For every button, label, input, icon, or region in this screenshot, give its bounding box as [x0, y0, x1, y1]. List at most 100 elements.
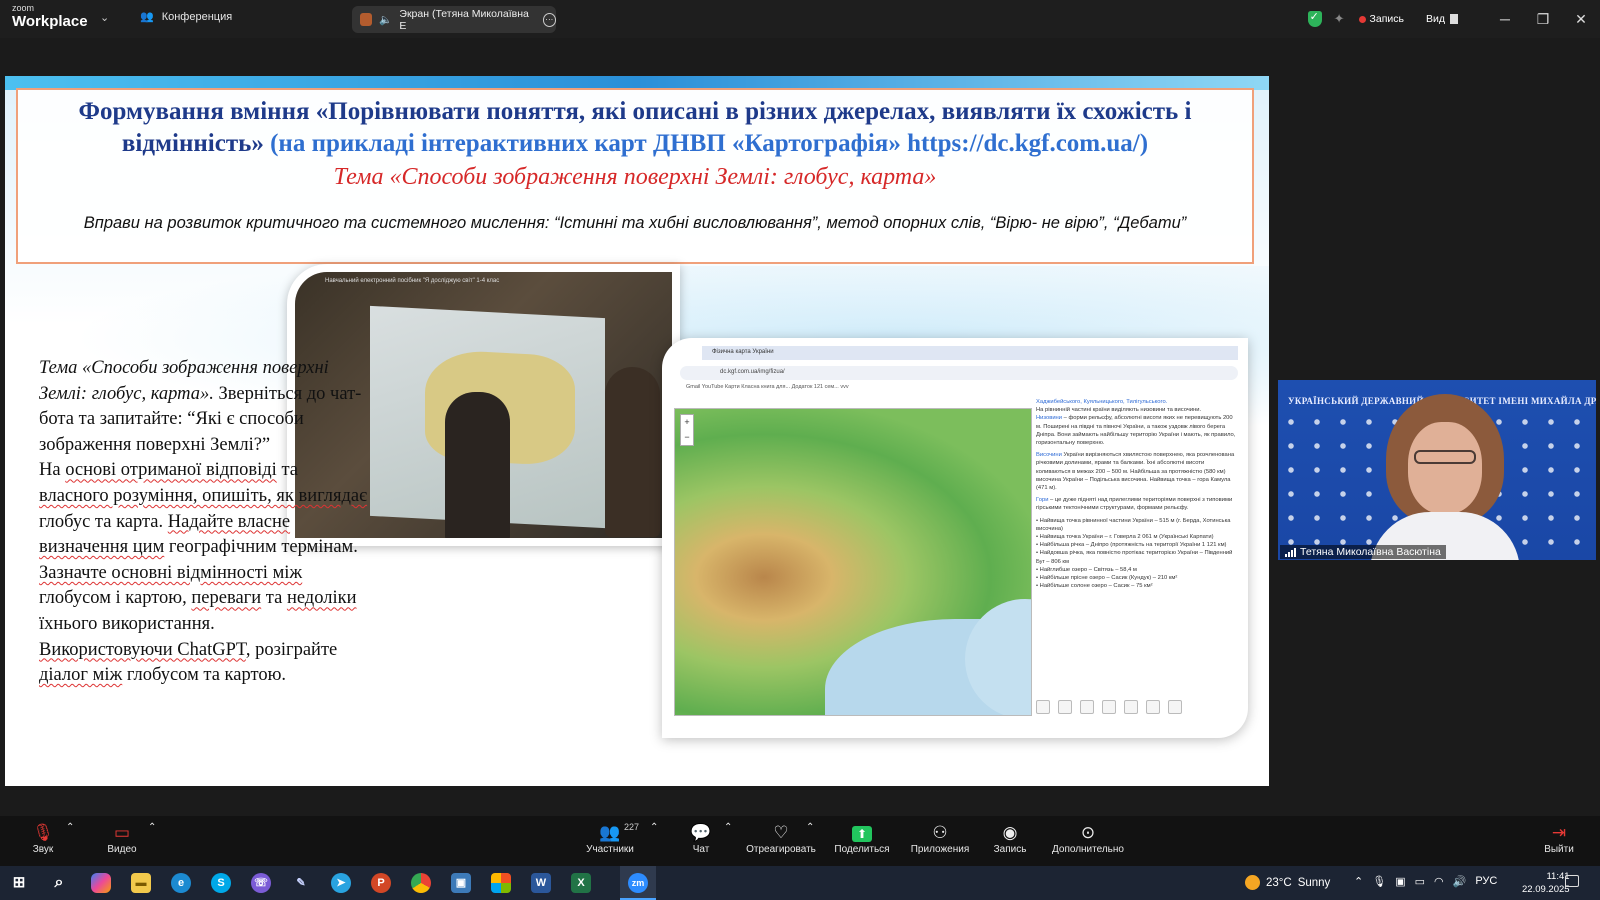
- map-tool-icon: [1168, 700, 1182, 714]
- desc-lowlands: – форми рельєфу, абсолютні висоти яких н…: [1036, 415, 1236, 447]
- zoom-taskbar-active[interactable]: zm: [620, 866, 656, 900]
- photos-icon[interactable]: ▣: [451, 873, 471, 893]
- physical-map-ukraine: + −: [674, 408, 1032, 716]
- speaker-video-thumbnail[interactable]: УКРАЇНСЬКИЙ ДЕРЖАВНИЙ УНІВЕРСИТЕТ ІМЕНІ …: [1278, 380, 1596, 560]
- speaker-name-tag: Тетяна Миколаївна Васютіна: [1280, 545, 1446, 559]
- chat-label: Чат: [692, 844, 710, 855]
- apps-label: Приложения: [910, 844, 970, 855]
- task-2e: глобусом і картою,: [39, 588, 192, 609]
- word-icon[interactable]: W: [531, 873, 551, 893]
- audio-options-caret-icon[interactable]: ⌃: [66, 822, 74, 833]
- fact-item: • Найбільше солоне озеро – Сасик – 75 км…: [1036, 583, 1153, 590]
- zoom-title-bar: zoom Workplace ⌄ 👥 Конференция 🔈 Экран (…: [0, 0, 1600, 38]
- speaker-name: Тетяна Миколаївна Васютіна: [1300, 546, 1441, 558]
- excel-icon[interactable]: X: [571, 873, 591, 893]
- chat-button[interactable]: 💬 Чат: [688, 822, 714, 855]
- brand-big: Workplace: [12, 13, 88, 30]
- clock-date: 22.09.2025: [1522, 884, 1570, 895]
- presenter-avatar-icon: [360, 13, 373, 26]
- sun-icon: [1245, 875, 1260, 890]
- windows-start-icon[interactable]: ⊞: [9, 873, 29, 893]
- windows-taskbar: ⊞ ⌕ ▬ e S ☏ ✎ ➤ P ▣ W X zm 23°C Sunny ⌃ …: [0, 866, 1600, 900]
- slide-title-link: (на прикладі інтерактивних карт ДНВП «Ка…: [270, 130, 1149, 157]
- task-3b: глобусом та картою.: [122, 665, 287, 686]
- recording-indicator[interactable]: Запись: [1358, 13, 1404, 25]
- video-label: Видео: [107, 844, 137, 855]
- task-3u1: Використовуючи ChatGPT: [39, 639, 246, 660]
- fact-item: • Найглибше озеро – Світязь – 58,4 м: [1036, 566, 1137, 573]
- task-2c: глобус та карта.: [39, 511, 168, 532]
- react-label: Отреагировать: [746, 844, 816, 855]
- file-explorer-icon[interactable]: ▬: [131, 873, 151, 893]
- leave-icon: ⇥: [1551, 823, 1567, 842]
- slide-topic: Тема «Способи зображення поверхні Землі:…: [333, 164, 937, 190]
- student-figure: [445, 392, 510, 538]
- copilot-icon[interactable]: [91, 873, 111, 893]
- skype-icon[interactable]: S: [211, 873, 231, 893]
- record-button-label: Запись: [993, 844, 1027, 855]
- restore-icon[interactable]: ❐: [1524, 11, 1562, 28]
- encryption-shield-icon[interactable]: [1307, 10, 1322, 27]
- apps-icon: ⚇: [932, 823, 948, 842]
- audio-button[interactable]: 🎙 Звук: [28, 822, 58, 855]
- more-button[interactable]: ⊙ Дополнительно: [1050, 822, 1126, 855]
- weather-widget[interactable]: 23°C Sunny: [1245, 875, 1330, 890]
- share-button[interactable]: ⬆ Поделиться: [832, 822, 892, 855]
- browser-tab: Фізична карта України: [702, 346, 1238, 360]
- task-2u1: основі отриманої відповіді: [65, 460, 277, 481]
- tab-conference-label: Конференция: [161, 10, 233, 23]
- weather-text: Sunny: [1297, 876, 1331, 889]
- minimize-icon[interactable]: ─: [1486, 11, 1524, 27]
- viber-icon[interactable]: ☏: [251, 873, 271, 893]
- task-2d: географічним термінам.: [164, 537, 358, 558]
- search-icon[interactable]: ⌕: [49, 873, 69, 893]
- fact-item: • Найдовша річка, яка повністю протікає …: [1036, 550, 1233, 565]
- telegram-icon[interactable]: ➤: [331, 873, 351, 893]
- desc-mountains: – це дуже підняті над прилеглими територ…: [1036, 497, 1233, 512]
- desc-mountains-link: Гори: [1036, 497, 1049, 504]
- record-button[interactable]: ◉ Запись: [992, 822, 1028, 855]
- mic-muted-icon: 🎙: [32, 823, 54, 842]
- ai-companion-icon[interactable]: ✦: [1334, 11, 1345, 27]
- shared-slide: Формування вміння «Порівнювати поняття, …: [5, 76, 1269, 786]
- task-2u5: переваги: [191, 588, 262, 609]
- brand-small: zoom: [12, 3, 35, 13]
- notifications-icon[interactable]: [1565, 875, 1579, 887]
- chat-caret-icon[interactable]: ⌃: [724, 822, 732, 833]
- language-indicator[interactable]: РУС: [1475, 875, 1497, 888]
- powerpoint-icon[interactable]: P: [371, 873, 391, 893]
- participants-count: 227: [624, 822, 640, 832]
- chrome-icon[interactable]: [411, 873, 431, 893]
- chevron-down-icon[interactable]: ⌄: [100, 11, 109, 24]
- view-button[interactable]: Вид: [1426, 13, 1458, 25]
- apps-button[interactable]: ⚇ Приложения: [908, 822, 972, 855]
- desc-lakes: Хаджибейського, Куяльницького, Тилігульс…: [1036, 399, 1168, 405]
- camera-tray-icon[interactable]: ▣: [1395, 875, 1405, 888]
- taskbar-clock[interactable]: 11:41 22.09.2025: [1522, 870, 1570, 896]
- battery-icon[interactable]: ▭: [1415, 875, 1425, 888]
- leave-button[interactable]: ⇥ Выйти: [1544, 822, 1574, 855]
- task-2f: та: [261, 588, 287, 609]
- tab-screen-share[interactable]: 🔈 Экран (Тетяна Миколаївна Е ···: [352, 6, 556, 33]
- react-caret-icon[interactable]: ⌃: [806, 822, 814, 833]
- edge-icon[interactable]: e: [171, 873, 191, 893]
- tab-conference[interactable]: 👥 Конференция: [140, 10, 233, 24]
- tray-expand-icon[interactable]: ⌃: [1354, 875, 1363, 888]
- zoom-workplace-logo[interactable]: zoom Workplace: [12, 3, 88, 30]
- close-icon[interactable]: ✕: [1562, 11, 1600, 28]
- meeting-stage: Формування вміння «Порівнювати поняття, …: [0, 38, 1600, 816]
- feather-app-icon[interactable]: ✎: [291, 873, 311, 893]
- more-options-icon[interactable]: ···: [542, 12, 556, 27]
- participants-label: Участники: [586, 844, 634, 855]
- store-icon[interactable]: [491, 873, 511, 893]
- volume-icon[interactable]: 🔊: [1453, 875, 1467, 888]
- participants-caret-icon[interactable]: ⌃: [650, 822, 658, 833]
- video-button[interactable]: ▭ Видео: [104, 822, 140, 855]
- record-icon: ◉: [1002, 823, 1018, 842]
- wifi-icon[interactable]: ◠: [1434, 875, 1444, 888]
- more-icon: ⊙: [1080, 823, 1096, 842]
- video-options-caret-icon[interactable]: ⌃: [148, 822, 156, 833]
- microphone-tray-icon[interactable]: 🎙: [1372, 875, 1386, 888]
- fact-item: • Найвища точка рівнинної частини Україн…: [1036, 517, 1231, 532]
- fact-item: • Найбільша річка – Дніпро (протяжність …: [1036, 542, 1227, 549]
